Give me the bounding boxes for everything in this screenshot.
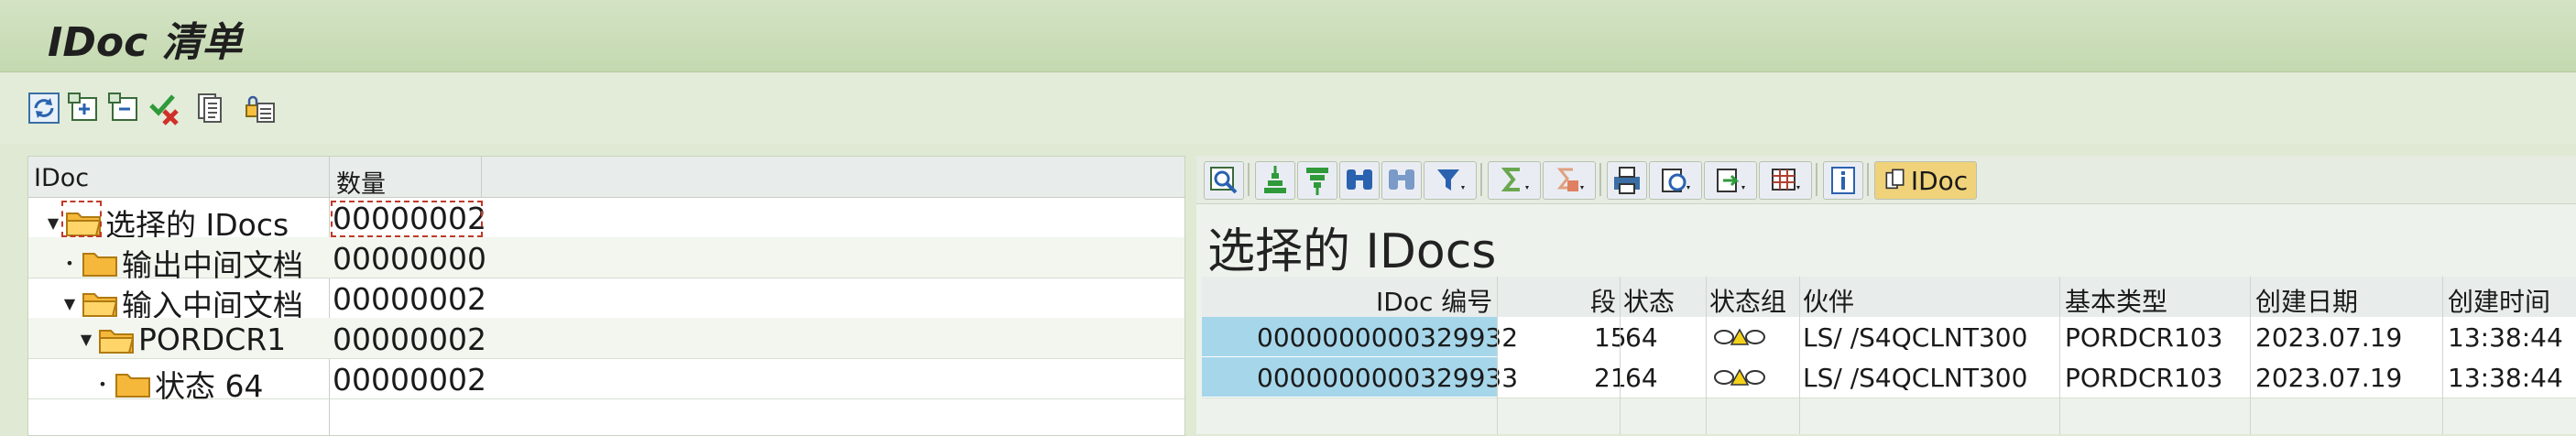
list-title: 选择的 IDocs [1207,224,1497,279]
collapse-icon[interactable] [106,90,143,126]
toolbar-separator [1480,163,1482,196]
idoc-grid: IDoc 编号 段 状态 状态组 伙伴 基本类型 创建日期 创建时间 00000… [1202,277,2576,434]
column-divider [481,157,482,197]
title-bar: IDoc 清单 [0,0,2576,72]
column-header-created-time[interactable]: 创建时间 [2448,282,2550,319]
cell-status: 64 [1625,322,1658,353]
idoc-list-panel: IDoc 选择的 IDocs IDoc 编号 段 状态 状态组 伙伴 基本类型 … [1196,156,2576,434]
idoc-document-icon [1885,169,1905,190]
idoc-display-button[interactable]: IDoc [1874,161,1977,200]
refresh-icon[interactable] [26,90,62,126]
tree-node-count: 00000002 [333,322,486,357]
tree-node-message-type[interactable]: ▼ PORDCR1 00000002 [28,318,1184,359]
column-divider [2059,277,2060,434]
leaf-bullet-icon: • [65,254,74,272]
column-header-segment[interactable]: 段 [1590,282,1616,319]
toolbar-separator [1248,163,1250,196]
cell-segment: 15 [1594,322,1627,353]
lock-list-icon[interactable] [242,90,278,126]
column-header-partner[interactable]: 伙伴 [1803,282,1854,319]
table-row[interactable]: 0000000000329933 21 64 LS/ /S4QCLNT300 P… [1202,357,2576,398]
info-icon[interactable] [1823,161,1863,200]
warning-status-icon [1714,368,1765,386]
sort-descending-icon[interactable] [1297,161,1337,200]
expand-toggle-icon[interactable]: ▼ [45,214,61,232]
details-icon[interactable] [1204,161,1244,200]
document-icon[interactable] [192,90,229,126]
application-toolbar [0,72,2576,144]
focus-marker [61,201,102,237]
column-header-basic-type[interactable]: 基本类型 [2065,282,2167,319]
cell-status: 64 [1625,363,1658,393]
export-icon[interactable] [1704,161,1757,200]
cell-created-date: 2023.07.19 [2255,322,2403,353]
tree-node-label: 状态 64 [155,368,264,404]
cell-segment: 21 [1594,363,1627,393]
cell-created-time: 13:38:44 [2448,322,2563,353]
tree-node-label: PORDCR1 [138,322,287,357]
expand-icon[interactable] [66,90,103,126]
tree-header: IDoc 数量 [28,157,1184,199]
folder-icon [82,248,118,278]
warning-status-icon [1714,328,1765,345]
column-header-idoc-no[interactable]: IDoc 编号 [1376,282,1492,319]
column-divider [1799,277,1800,434]
tree-header-count: 数量 [336,170,386,199]
column-divider [1706,277,1707,434]
tree-node-count: 00000002 [333,362,486,398]
cell-basic-type: PORDCR103 [2065,322,2223,353]
expand-toggle-icon[interactable]: ▼ [61,295,78,312]
cell-idoc-no[interactable]: 0000000000329933 [1257,363,1518,393]
cell-basic-type: PORDCR103 [2065,363,2223,393]
filter-icon[interactable] [1424,161,1477,200]
find-icon[interactable] [1339,161,1380,200]
cell-idoc-no[interactable]: 0000000000329932 [1257,322,1518,353]
cell-created-time: 13:38:44 [2448,363,2563,393]
column-divider [1620,277,1621,434]
idoc-button-label: IDoc [1910,165,1969,196]
cell-partner: LS/ /S4QCLNT300 [1803,363,2028,393]
column-header-status-group[interactable]: 状态组 [1709,282,1786,319]
cell-partner: LS/ /S4QCLNT300 [1803,322,2028,353]
tree-node-status[interactable]: • 状态 64 00000002 [28,358,1184,404]
folder-icon [115,369,151,398]
page-title: IDoc 清单 [48,19,243,66]
table-row[interactable]: 0000000000329932 15 64 LS/ /S4QCLNT300 P… [1202,317,2576,358]
tree-node-count: 00000000 [333,241,486,277]
grid-header: IDoc 编号 段 状态 状态组 伙伴 基本类型 创建日期 创建时间 [1202,277,2576,318]
leaf-bullet-icon: • [98,375,107,393]
idoc-tree-panel: IDoc 数量 ▼ 选择的 IDocs 00000002 • 输出中间文档 00… [27,156,1185,436]
tree-header-idoc: IDoc [34,164,90,192]
toolbar-separator [1816,163,1817,196]
tree-node-outbound[interactable]: • 输出中间文档 00000000 [28,237,1184,283]
column-header-created-date[interactable]: 创建日期 [2255,282,2358,319]
folder-open-icon [98,325,135,354]
toolbar-separator [1599,163,1601,196]
tree-node-count: 00000002 [333,281,486,317]
toolbar-separator [1867,163,1869,196]
expand-toggle-icon[interactable]: ▼ [78,331,94,348]
views-icon[interactable] [1649,161,1702,200]
column-divider [2250,277,2251,434]
column-divider [2442,277,2443,434]
cell-created-date: 2023.07.19 [2255,363,2403,393]
find-next-icon[interactable] [1381,161,1422,200]
tree-node-inbound[interactable]: ▼ 输入中间文档 00000002 [28,278,1184,323]
print-icon[interactable] [1607,161,1647,200]
column-divider [1497,277,1498,434]
column-header-status[interactable]: 状态 [1623,282,1675,319]
layout-icon[interactable] [1759,161,1812,200]
sort-ascending-icon[interactable] [1255,161,1295,200]
check-cancel-icon[interactable] [147,90,183,126]
focus-marker [331,201,483,237]
alv-toolbar: IDoc [1196,156,2576,204]
subtotal-icon[interactable] [1543,161,1596,200]
tree-node-selected-idocs[interactable]: ▼ 选择的 IDocs 00000002 [28,197,1184,243]
sum-icon[interactable] [1488,161,1541,200]
folder-open-icon [82,289,118,318]
